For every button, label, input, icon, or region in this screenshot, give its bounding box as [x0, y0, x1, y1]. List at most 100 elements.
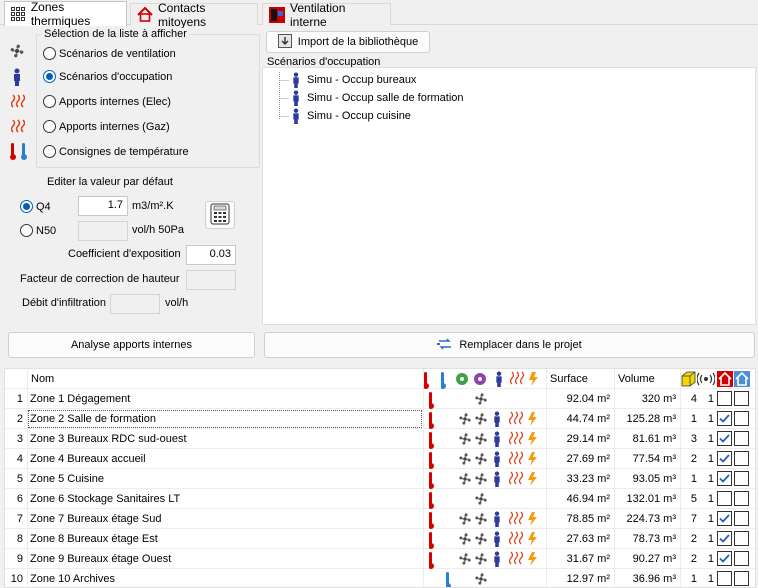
zone-name[interactable]: Zone 7 Bureaux étage Sud — [27, 509, 423, 529]
thermometer-hot-icon — [429, 489, 437, 509]
table-row[interactable]: 4 Zone 4 Bureaux accueil 27.69 m² 77.54 … — [5, 449, 755, 469]
zone-checkbox-2[interactable] — [734, 451, 749, 466]
zone-name[interactable]: Zone 1 Dégagement — [27, 389, 423, 409]
fan-icon — [473, 549, 490, 569]
radio-apports-elec[interactable]: Apports internes (Elec) — [43, 95, 171, 108]
radio-scenarios-ventilation[interactable]: Scénarios de ventilation — [43, 47, 176, 60]
zone-checkbox-1[interactable] — [717, 451, 732, 466]
fan-icon — [457, 469, 474, 489]
row-index: 9 — [16, 553, 23, 565]
tree-item-label: Simu - Occup cuisine — [307, 110, 411, 122]
radio-label: Scénarios d'occupation — [59, 70, 173, 83]
zone-checkbox-1[interactable] — [717, 471, 732, 486]
zone-checkbox-1[interactable] — [717, 511, 732, 526]
zone-checkbox-2[interactable] — [734, 431, 749, 446]
table-row[interactable]: 5 Zone 5 Cuisine 33.23 m² 93.05 m³ 1 1 — [5, 469, 755, 489]
infiltration-unit: vol/h — [165, 297, 189, 309]
n50-input[interactable] — [78, 221, 128, 241]
zone-name[interactable]: Zone 8 Bureaux étage Est — [27, 529, 423, 549]
gas-icon — [526, 429, 543, 449]
table-row[interactable]: 9 Zone 9 Bureaux étage Ouest 31.67 m² 90… — [5, 549, 755, 569]
person-icon — [293, 108, 299, 124]
zone-checkbox-2[interactable] — [734, 531, 749, 546]
radio-n50[interactable]: N50 — [20, 224, 56, 237]
radio-button[interactable] — [43, 47, 56, 60]
table-row[interactable]: 6 Zone 6 Stockage Sanitaires LT 46.94 m²… — [5, 489, 755, 509]
radio-scenarios-occupation[interactable]: Scénarios d'occupation — [43, 70, 172, 83]
table-row[interactable]: 10 Zone 10 Archives 12.97 m² 36.96 m³ 1 … — [5, 569, 755, 587]
zone-name[interactable]: Zone 10 Archives — [27, 569, 423, 587]
radio-button[interactable] — [43, 95, 56, 108]
zone-checkbox-2[interactable] — [734, 511, 749, 526]
header-name[interactable]: Nom — [31, 369, 54, 389]
grid-icon — [11, 6, 26, 22]
zone-name[interactable]: Zone 4 Bureaux accueil — [27, 449, 423, 469]
zone-checkbox-1[interactable] — [717, 431, 732, 446]
infiltration-input[interactable] — [110, 294, 160, 314]
q4-input[interactable]: 1.7 — [78, 196, 128, 216]
zone-checkbox-1[interactable] — [717, 531, 732, 546]
calculator-button[interactable] — [205, 201, 235, 229]
table-row[interactable]: 2 Zone 2 Salle de formation 44.74 m² 125… — [5, 409, 755, 429]
tree-item-label: Simu - Occup bureaux — [307, 74, 417, 86]
import-library-button[interactable]: Import de la bibliothèque — [266, 31, 430, 53]
table-row[interactable]: 3 Zone 3 Bureaux RDC sud-ouest 29.14 m² … — [5, 429, 755, 449]
zone-name[interactable]: Zone 9 Bureaux étage Ouest — [27, 549, 423, 569]
fan-icon — [473, 429, 490, 449]
radio-consignes-temperature[interactable]: Consignes de température — [43, 145, 189, 158]
check-icon — [719, 434, 730, 443]
radio-button[interactable] — [43, 120, 56, 133]
zone-checkbox-2[interactable] — [734, 571, 749, 586]
zone-name[interactable]: Zone 5 Cuisine — [27, 469, 423, 489]
zone-checkbox-1[interactable] — [717, 391, 732, 406]
radio-q4[interactable]: Q4 — [20, 200, 51, 213]
table-row[interactable]: 1 Zone 1 Dégagement 92.04 m² 320 m³ 4 1 — [5, 389, 755, 409]
tree-item[interactable]: Simu - Occup cuisine — [291, 108, 411, 124]
radio-button[interactable] — [20, 224, 33, 237]
zone-name[interactable]: Zone 6 Stockage Sanitaires LT — [27, 489, 423, 509]
heat-elec-icon — [10, 94, 26, 113]
header-volume[interactable]: Volume — [618, 369, 655, 389]
replace-in-project-button[interactable]: Remplacer dans le projet — [264, 332, 755, 358]
zone-checkbox-2[interactable] — [734, 411, 749, 426]
height-factor-input[interactable] — [186, 270, 236, 290]
zone-name[interactable]: Zone 2 Salle de formation — [27, 409, 423, 429]
tab-contacts-mitoyens[interactable]: Contacts mitoyens — [130, 1, 258, 29]
tab-label: Ventilation interne — [290, 0, 346, 29]
exposure-input[interactable]: 0.03 — [186, 245, 236, 265]
zone-volume: 93.05 m³ — [632, 473, 676, 485]
zone-volume: 81.61 m³ — [632, 433, 676, 445]
tab-zones-thermiques[interactable]: Zones thermiques — [4, 0, 127, 28]
tree-item[interactable]: Simu - Occup bureaux — [291, 72, 416, 88]
fan-icon — [473, 509, 490, 529]
fan-icon — [473, 489, 490, 509]
zone-checkbox-1[interactable] — [717, 551, 732, 566]
zone-checkbox-1[interactable] — [717, 571, 732, 586]
zone-surface: 46.94 m² — [566, 493, 610, 505]
header-surface[interactable]: Surface — [550, 369, 588, 389]
zone-count: 7 — [690, 513, 697, 525]
heat-icon — [509, 509, 526, 529]
zone-name[interactable]: Zone 3 Bureaux RDC sud-ouest — [27, 429, 423, 449]
thermometer-hot-icon — [429, 529, 437, 549]
zone-checkbox-2[interactable] — [734, 391, 749, 406]
radio-apports-gaz[interactable]: Apports internes (Gaz) — [43, 120, 170, 133]
radio-button[interactable] — [43, 70, 56, 83]
gas-icon — [526, 509, 543, 529]
zone-checkbox-2[interactable] — [734, 471, 749, 486]
radio-button[interactable] — [20, 200, 33, 213]
table-row[interactable]: 7 Zone 7 Bureaux étage Sud 78.85 m² 224.… — [5, 509, 755, 529]
analyse-internal-gains-button[interactable]: Analyse apports internes — [8, 332, 255, 358]
radio-button[interactable] — [43, 145, 56, 158]
zone-count-2: 1 — [707, 553, 714, 565]
selection-group-title: Sélection de la liste à afficher — [42, 28, 189, 40]
table-row[interactable]: 8 Zone 8 Bureaux étage Est 27.63 m² 78.7… — [5, 529, 755, 549]
zone-checkbox-1[interactable] — [717, 491, 732, 506]
tab-ventilation-interne[interactable]: Ventilation interne — [262, 1, 391, 29]
zone-checkbox-2[interactable] — [734, 551, 749, 566]
tree-item[interactable]: Simu - Occup salle de formation — [291, 90, 464, 106]
heat-icon — [509, 529, 526, 549]
replace-icon — [437, 337, 453, 354]
zone-checkbox-1[interactable] — [717, 411, 732, 426]
zone-checkbox-2[interactable] — [734, 491, 749, 506]
